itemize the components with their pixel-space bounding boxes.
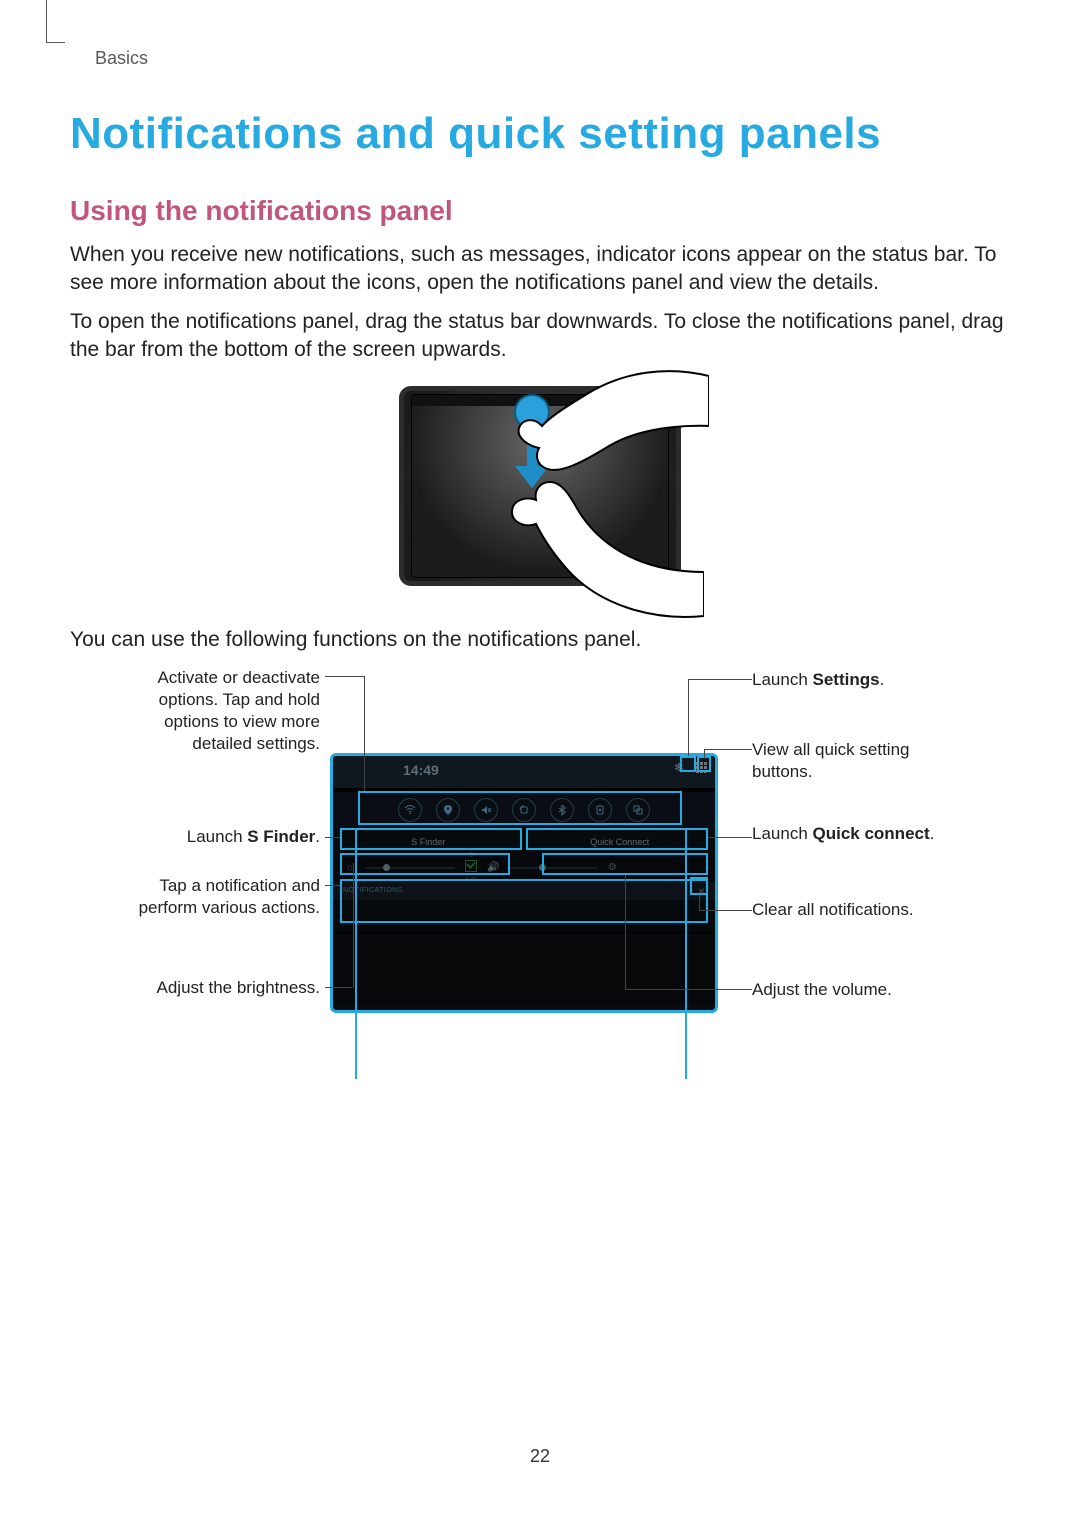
- auto-brightness-label: Auto: [465, 877, 477, 883]
- settings-icon: ✻: [671, 760, 687, 776]
- volume-slider: [507, 867, 597, 869]
- leader-line: [696, 679, 752, 680]
- leader-line: [325, 885, 340, 886]
- grid-icon: [693, 760, 709, 776]
- notification-item: [333, 900, 715, 933]
- callout-notification-tap: Tap a notification and perform various a…: [105, 875, 320, 919]
- bluetooth-icon: [550, 798, 574, 822]
- sfinder-button: S Finder: [333, 830, 525, 854]
- paragraph: You can use the following functions on t…: [70, 626, 1010, 654]
- callout-clear-all: Clear all notifications.: [752, 899, 967, 921]
- notifications-label: NOTIFICATIONS: [343, 887, 403, 894]
- callout-view-all: View all quick setting buttons.: [752, 739, 967, 783]
- leader-line: [625, 989, 687, 990]
- wifi-icon: [398, 798, 422, 822]
- leader-line: [687, 989, 752, 990]
- breadcrumb: Basics: [95, 48, 985, 69]
- leader-line: [699, 895, 700, 910]
- leader-line: [708, 837, 752, 838]
- location-icon: [436, 798, 460, 822]
- figure-annotated-panel: 14:49 ✻: [70, 667, 1010, 1057]
- page-number: 22: [0, 1446, 1080, 1467]
- leader-line: [353, 863, 354, 987]
- auto-brightness-checkbox: [465, 860, 477, 872]
- page-title: Notifications and quick setting panels: [70, 109, 1010, 159]
- leader-line: [688, 679, 689, 756]
- multiwindow-icon: [626, 798, 650, 822]
- callout-quick-connect: Launch Quick connect.: [752, 823, 967, 845]
- leader-line: [364, 676, 365, 791]
- paragraph: When you receive new notifications, such…: [70, 241, 1010, 298]
- hand-illustration: [504, 476, 704, 626]
- rotation-icon: [512, 798, 536, 822]
- leader-line: [704, 749, 705, 759]
- sync-icon: [588, 798, 612, 822]
- leader-line: [699, 910, 708, 911]
- panel-clock: 14:49: [403, 762, 439, 778]
- leader-line: [704, 749, 711, 750]
- section-heading: Using the notifications panel: [70, 195, 1010, 227]
- callout-sfinder: Launch S Finder.: [105, 826, 320, 848]
- volume-settings-icon: ⚙: [607, 862, 617, 873]
- volume-icon: 🔊: [487, 862, 497, 873]
- leader-line: [325, 987, 353, 988]
- callout-activate-options: Activate or deactivate options. Tap and …: [105, 667, 320, 755]
- brightness-slider: [365, 867, 455, 869]
- leader-line: [325, 837, 340, 838]
- leader-line: [688, 679, 696, 680]
- paragraph: To open the notifications panel, drag th…: [70, 308, 1010, 365]
- leader-line: [625, 875, 626, 989]
- callout-brightness: Adjust the brightness.: [105, 977, 320, 999]
- sound-icon: [474, 798, 498, 822]
- notifications-panel: 14:49 ✻: [330, 753, 718, 1013]
- callout-settings: Launch Settings.: [752, 669, 967, 691]
- quickconnect-button: Quick Connect: [525, 830, 716, 854]
- leader-line: [325, 676, 365, 677]
- figure-drag-gesture: 10:00: [70, 386, 1010, 586]
- leader-line: [711, 749, 752, 750]
- callout-volume: Adjust the volume.: [752, 979, 967, 1001]
- crop-mark: [46, 0, 65, 43]
- leader-line: [708, 910, 752, 911]
